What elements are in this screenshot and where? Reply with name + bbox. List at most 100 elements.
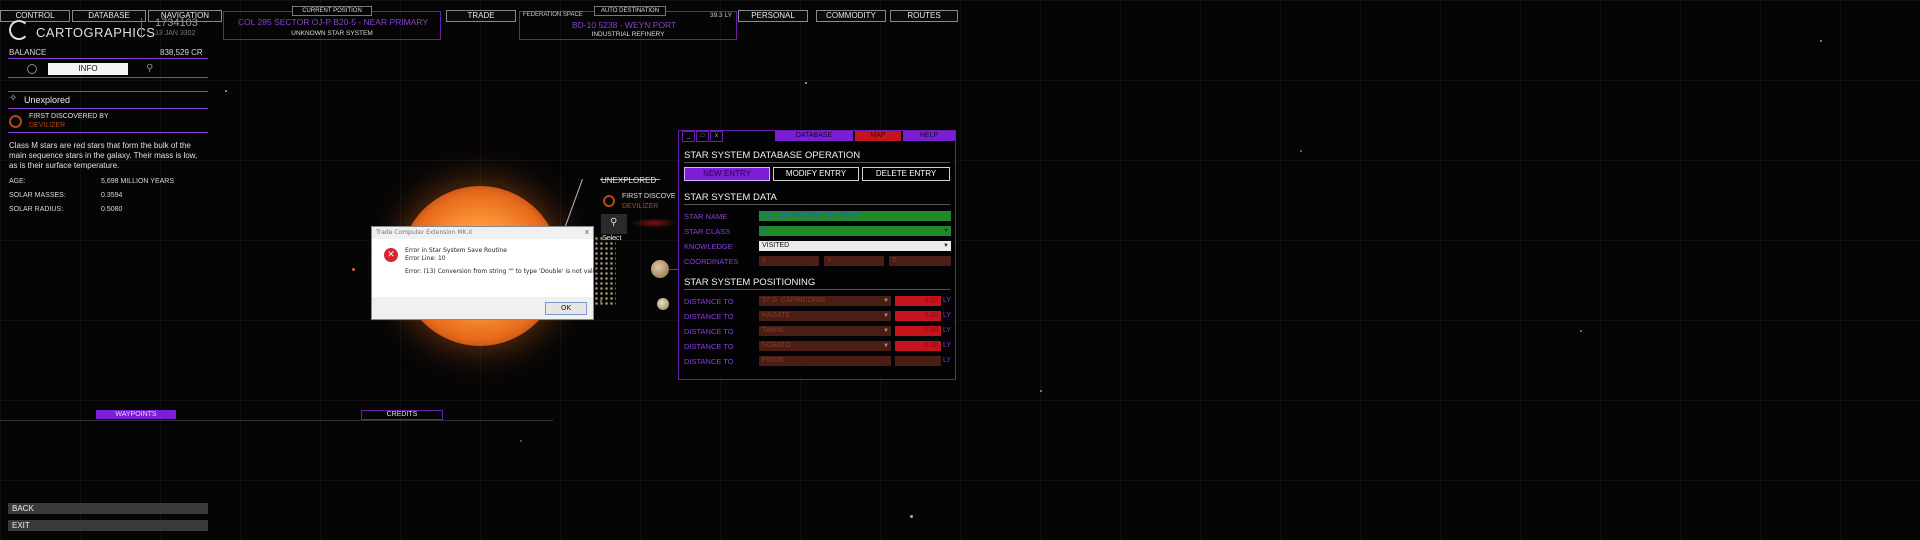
- star-name-field[interactable]: COL 285 SECTOR OJ-P B20-5: [759, 211, 951, 221]
- background-star: [225, 90, 227, 92]
- sidebar-divider: [8, 58, 208, 59]
- age-label: AGE:: [9, 178, 26, 185]
- ok-button[interactable]: OK: [545, 302, 587, 315]
- star-class-select[interactable]: M ▼: [759, 226, 951, 236]
- minimize-button[interactable]: _: [682, 131, 695, 142]
- distance-value-field[interactable]: 0.00: [895, 296, 941, 306]
- current-system-type: UNKNOWN STAR SYSTEM: [291, 30, 373, 37]
- star-system-data-title: STAR SYSTEM DATA: [684, 192, 777, 203]
- planet[interactable]: [657, 298, 669, 310]
- personal-button[interactable]: PERSONAL: [738, 10, 808, 22]
- delete-entry-button[interactable]: DELETE ENTRY: [862, 167, 950, 181]
- map-first-discovered: FIRST DISCOVE: [622, 193, 676, 200]
- back-button[interactable]: BACK: [8, 503, 208, 514]
- first-discovered-name: DEVILIZER: [29, 122, 66, 129]
- distance-value-field[interactable]: 0.00: [895, 326, 941, 336]
- distance-system-value: 37 G. CAPRICORNI: [762, 297, 826, 304]
- map-discoverer-name: DEVILIZER: [622, 203, 659, 210]
- chevron-down-icon: ▼: [883, 328, 889, 334]
- waypoints-tab[interactable]: WAYPOINTS: [96, 410, 176, 419]
- clock-date: 13 JAN 3302: [155, 30, 196, 37]
- balance-label: BALANCE: [9, 48, 47, 57]
- routes-button[interactable]: ROUTES: [890, 10, 958, 22]
- exit-button[interactable]: EXIT: [8, 520, 208, 531]
- star-class-description: Class M stars are red stars that form th…: [9, 141, 198, 170]
- trade-button[interactable]: TRADE: [446, 10, 516, 22]
- solar-radius-label: SOLAR RADIUS:: [9, 206, 64, 213]
- distance-unit: LY: [943, 357, 952, 364]
- target-icon: [27, 64, 37, 74]
- credits-tab[interactable]: CREDITS: [361, 410, 443, 420]
- db-operation-title: STAR SYSTEM DATABASE OPERATION: [684, 150, 861, 161]
- background-star: [910, 515, 913, 518]
- coord-z-field[interactable]: Z: [889, 256, 951, 266]
- balance-value: 838,529 CR: [160, 48, 203, 57]
- error-dialog: Trade Computer Extension MK.II x ✕ Error…: [371, 226, 600, 320]
- coord-y-field[interactable]: Y: [824, 256, 884, 266]
- commodity-button[interactable]: COMMODITY: [816, 10, 886, 22]
- clock-time: 1734103: [155, 17, 198, 29]
- error-icon: ✕: [384, 248, 398, 262]
- error-message-line2: Error Line: 10: [405, 255, 446, 262]
- dialog-close-button[interactable]: x: [585, 228, 589, 236]
- sidebar-divider: [8, 91, 208, 92]
- distance-system-select[interactable]: 37 G. CAPRICORNI ▼: [759, 296, 891, 306]
- solar-masses-value: 0.3594: [101, 192, 123, 199]
- section-divider: [684, 204, 950, 205]
- distance-value-field[interactable]: [895, 356, 941, 366]
- current-position-label: CURRENT POSITION: [292, 6, 372, 16]
- background-star: [1300, 150, 1302, 152]
- solar-masses-label: SOLAR MASSES:: [9, 192, 66, 199]
- coord-x-field[interactable]: X: [759, 256, 819, 266]
- app-header: CARTOGRAPHICS 1734103 13 JAN 3302: [0, 17, 210, 44]
- bottom-divider: [0, 420, 553, 421]
- solar-radius-value: 0.5080: [101, 206, 123, 213]
- background-star: [805, 82, 807, 84]
- distance-unit: LY: [943, 342, 952, 349]
- positioning-title: STAR SYSTEM POSITIONING: [684, 277, 816, 288]
- background-star: [1040, 390, 1042, 392]
- background-star: [1820, 40, 1822, 42]
- modify-entry-button[interactable]: MODIFY ENTRY: [773, 167, 859, 181]
- red-nebula-streak: [630, 218, 678, 228]
- background-star: [352, 268, 355, 271]
- distance-system-select[interactable]: NGBATO ▼: [759, 341, 891, 351]
- distance-system-value: FIRON: [762, 357, 784, 364]
- distance-system-select[interactable]: TAWAL ▼: [759, 326, 891, 336]
- distance-value-field[interactable]: 0.00: [895, 341, 941, 351]
- tab-help[interactable]: HELP: [903, 131, 955, 141]
- sidebar-divider: [8, 108, 208, 109]
- tab-location[interactable]: ⚲: [140, 62, 160, 75]
- tab-info[interactable]: INFO: [48, 63, 128, 75]
- sidebar-divider: [8, 132, 208, 133]
- exploration-status: Unexplored: [24, 95, 71, 105]
- chevron-down-icon: ▼: [943, 243, 949, 249]
- distance-value-field[interactable]: 0.00: [895, 311, 941, 321]
- first-discovered-label: FIRST DISCOVERED BY: [29, 113, 109, 120]
- tab-database[interactable]: DATABASE: [775, 131, 853, 141]
- select-button[interactable]: ⚲: [601, 214, 627, 234]
- maximize-button[interactable]: □: [696, 131, 709, 142]
- tab-map[interactable]: MAP: [855, 131, 901, 141]
- distance-system-select[interactable]: HAGATE ▼: [759, 311, 891, 321]
- knowledge-value: VISITED: [762, 242, 790, 249]
- knowledge-select[interactable]: VISITED ▼: [759, 241, 951, 251]
- current-position-name: COL 285 SECTOR OJ-P B20-5 - NEAR PRIMARY: [238, 17, 429, 27]
- distance-system-select[interactable]: FIRON: [759, 356, 891, 366]
- close-button[interactable]: x: [710, 131, 723, 142]
- discoverer-avatar: [9, 115, 22, 128]
- dialog-title: Trade Computer Extension MK.II: [376, 229, 472, 236]
- destination-type: INDUSTRIAL REFINERY: [591, 31, 665, 38]
- distance-system-value: HAGATE: [762, 312, 791, 319]
- age-value: 5,698 MILLION YEARS: [101, 178, 175, 185]
- location-pin-icon: ⚲: [610, 217, 618, 228]
- new-entry-button[interactable]: NEW ENTRY: [684, 167, 770, 181]
- sidebar-tab-bar: INFO ⚲: [8, 62, 208, 76]
- window-controls: _ □ x: [679, 131, 725, 142]
- distance-unit: LY: [943, 297, 952, 304]
- coordinates-label: COORDINATES: [684, 257, 739, 266]
- app-title: CARTOGRAPHICS: [36, 25, 156, 40]
- faction-label: FEDERATION SPACE: [523, 12, 583, 18]
- tab-target[interactable]: [22, 63, 44, 75]
- planet[interactable]: [651, 260, 669, 278]
